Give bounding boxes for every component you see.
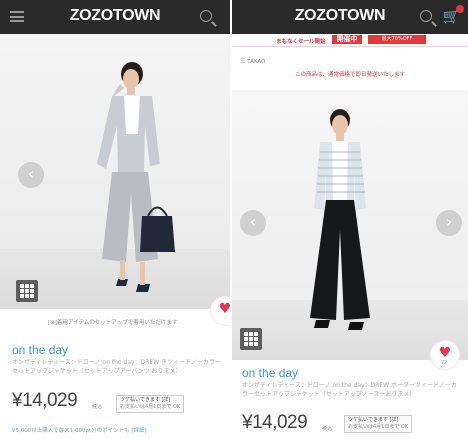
brand-link[interactable]: on the day [12,343,68,357]
next-image-button[interactable]: › [436,210,462,236]
sale-banner[interactable]: まもなくセール開始 開催中 最大70%OFF [232,34,468,47]
product-name: オンザディレディース：ドローノ on the day：DREW ボーダーツィード… [242,382,457,398]
product-photo[interactable]: ‹ › [232,90,468,360]
top-header: ZOZOTOWN [0,0,230,34]
promo-text[interactable]: ¥5,000以上購入で最大1,000pt分のポイントも [詳細] [12,426,147,434]
prev-image-button[interactable]: ‹ [18,162,44,188]
zozotown-logo[interactable]: ZOZOTOWN [0,7,230,25]
tax-label: 税込 [92,404,103,410]
deferred-payment-label: ツケ払いできます [詳] [348,417,399,423]
deferred-payment-note: お支払いは4月1日まで OK [120,404,181,410]
left-product-screen: ZOZOTOWN ‹ ♥ [※]着用アイテムのセットアップで着用いただけます o… [0,0,230,439]
heart-icon[interactable]: ♥ [210,296,230,326]
right-product-screen: ZOZOTOWN 🛒 まもなくセール開始 開催中 最大70%OFF 三 TAKA… [232,0,468,439]
breadcrumb[interactable]: 三 TAKAO [240,57,265,65]
prev-image-button[interactable]: ‹ [240,210,266,236]
brand-link[interactable]: on the day [242,366,298,380]
photo-caption: [※]着用アイテムのセットアップで着用いただけます [48,320,178,326]
deferred-payment-note: お支払いは4月1日まで OK [348,424,409,430]
search-icon[interactable] [200,10,212,22]
sale-sub: 最大70%OFF [368,35,426,44]
product-price: ¥14,029 [12,390,78,411]
search-icon[interactable] [420,10,432,22]
sale-badge: 開催中 [332,35,362,44]
heart-count: 72 [440,360,448,366]
top-header: ZOZOTOWN 🛒 [232,0,468,34]
grid-icon[interactable] [240,328,262,350]
deferred-payment-label: ツケ払いできます [詳] [120,397,171,403]
tax-label: 税込 [322,426,333,432]
cart-badge [456,5,464,13]
product-photo[interactable]: ‹ [0,34,230,309]
deferred-payment-box[interactable]: ツケ払いできます [詳] お支払いは4月1日まで OK [116,395,185,413]
sale-banner-text: まもなくセール開始 [276,39,326,45]
shipping-notice: この商品は、通常価格で即日発送いたします [294,72,405,78]
product-name: オンザディレディース：ドローノ on the day：DREW きツィードノーカ… [12,359,221,375]
grid-icon[interactable] [16,280,38,302]
deferred-payment-box[interactable]: ツケ払いできます [詳] お支払いは4月1日まで OK [344,415,413,433]
model-illustration [310,109,370,330]
product-price: ¥14,029 [242,412,308,433]
